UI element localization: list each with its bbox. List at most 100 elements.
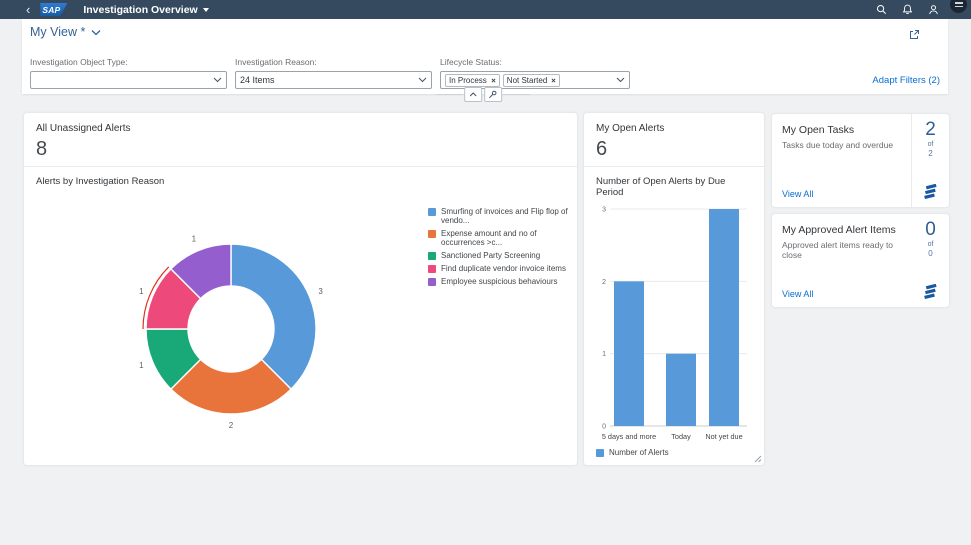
kpi-number: 0: [925, 220, 936, 239]
legend-label: Expense amount and no of occurrences >c.…: [441, 229, 578, 247]
card-title: All Unassigned Alerts: [36, 123, 565, 134]
bar-chart[interactable]: 0 1 2 3 5 days and more Today Not yet due: [596, 201, 752, 451]
kpi-total: 2: [928, 149, 932, 158]
share-icon[interactable]: [909, 27, 920, 45]
donut-slice[interactable]: [231, 244, 316, 389]
donut-data-label: 2: [229, 421, 234, 430]
resize-handle[interactable]: [753, 454, 762, 463]
bar[interactable]: [666, 354, 696, 426]
collapse-header-button[interactable]: [464, 87, 482, 102]
chevron-up-icon: [469, 92, 477, 97]
filter-lifecycle-status: Lifecycle Status: In Process Not Started: [440, 57, 630, 89]
chart-caption: Number of Open Alerts by Due Period: [584, 167, 764, 198]
donut-chart[interactable]: 3 2 1 1 1: [24, 201, 424, 459]
investigation-overview-page: ‹ SAP Investigation Overview My View * I…: [0, 0, 971, 545]
variant-title: My View *: [30, 25, 85, 39]
view-all-link[interactable]: View All: [782, 189, 813, 199]
legend-item[interactable]: Sanctioned Party Screening: [428, 251, 578, 260]
legend-swatch: [428, 230, 436, 238]
legend-swatch: [428, 208, 436, 216]
chevron-down-icon: [91, 29, 101, 36]
filter-panel: My View * Investigation Object Type: Inv…: [22, 19, 948, 94]
sap-logo-text: SAP: [40, 5, 60, 15]
card-header[interactable]: All Unassigned Alerts 8: [24, 113, 577, 166]
view-all-link[interactable]: View All: [782, 289, 813, 299]
back-icon[interactable]: ‹: [26, 3, 30, 16]
token-in-process[interactable]: In Process: [445, 74, 500, 87]
pin-header-button[interactable]: [484, 87, 502, 102]
y-tick-label: 3: [602, 207, 606, 214]
card-count: 8: [36, 138, 565, 160]
y-tick-label: 0: [602, 424, 606, 431]
kpi-main: My Open Tasks Tasks due today and overdu…: [772, 114, 911, 207]
user-icon[interactable]: [928, 4, 939, 15]
bar[interactable]: [709, 209, 739, 426]
legend-item[interactable]: Expense amount and no of occurrences >c.…: [428, 229, 578, 247]
legend-swatch: [428, 265, 436, 273]
y-tick-label: 2: [602, 279, 606, 286]
donut-legend: Smurfing of invoices and Flip flop of ve…: [428, 207, 578, 290]
bar[interactable]: [614, 281, 644, 426]
divider: [503, 94, 530, 95]
donut-data-label: 3: [318, 287, 323, 296]
chevron-down-icon: [418, 77, 427, 83]
card-open-tasks[interactable]: My Open Tasks Tasks due today and overdu…: [771, 113, 950, 208]
legend-swatch: [428, 252, 436, 260]
divider: [436, 94, 463, 95]
chevron-down-icon: [203, 8, 209, 12]
x-category-label: Today: [671, 432, 691, 441]
stacked-tasks-icon: [922, 184, 939, 199]
token-label: Not Started: [507, 76, 547, 85]
variant-selector[interactable]: My View *: [30, 25, 101, 39]
search-icon[interactable]: [876, 4, 887, 15]
kpi-of-label: of: [928, 141, 934, 148]
bar-legend[interactable]: Number of Alerts: [596, 448, 669, 457]
legend-item[interactable]: Find duplicate vendor invoice items: [428, 264, 578, 273]
pin-icon: [488, 90, 497, 99]
token-label: In Process: [449, 76, 487, 85]
card-open-alerts: My Open Alerts 6 Number of Open Alerts b…: [583, 112, 765, 466]
app-title-menu[interactable]: Investigation Overview: [83, 4, 208, 16]
kpi-of-label: of: [928, 241, 934, 248]
x-category-label: 5 days and more: [602, 432, 656, 441]
donut-data-label: 1: [139, 361, 144, 370]
close-icon[interactable]: [491, 78, 496, 83]
donut-data-label: 1: [139, 287, 144, 296]
stacked-tasks-icon: [922, 284, 939, 299]
legend-item[interactable]: Smurfing of invoices and Flip flop of ve…: [428, 207, 578, 225]
kpi-number: 2: [925, 120, 936, 139]
card-count: 6: [596, 138, 752, 160]
kpi-side: 0 of 0: [912, 214, 949, 307]
card-title: My Open Alerts: [596, 123, 752, 134]
filter-object-type: Investigation Object Type:: [30, 57, 227, 89]
card-approved-items[interactable]: My Approved Alert Items Approved alert i…: [771, 213, 950, 308]
chevron-down-icon: [213, 77, 222, 83]
x-category-label: Not yet due: [705, 432, 742, 441]
shell-header: ‹ SAP Investigation Overview: [0, 0, 971, 19]
token-not-started[interactable]: Not Started: [503, 74, 560, 87]
chart-caption: Alerts by Investigation Reason: [24, 167, 577, 187]
header-toggle-row: [436, 87, 530, 102]
reason-combobox[interactable]: 24 Items: [235, 71, 432, 89]
legend-label: Find duplicate vendor invoice items: [441, 264, 566, 273]
filter-label: Investigation Reason:: [235, 57, 432, 67]
close-icon[interactable]: [551, 78, 556, 83]
kpi-subtitle: Tasks due today and overdue: [782, 140, 901, 150]
filter-label: Lifecycle Status:: [440, 57, 630, 67]
kpi-title: My Open Tasks: [782, 124, 901, 136]
legend-label: Smurfing of invoices and Flip flop of ve…: [441, 207, 578, 225]
y-tick-label: 1: [602, 351, 606, 358]
kpi-subtitle: Approved alert items ready to close: [782, 240, 902, 260]
filter-reason: Investigation Reason: 24 Items: [235, 57, 432, 89]
donut-data-label: 1: [192, 234, 197, 243]
legend-item[interactable]: Employee suspicious behaviours: [428, 277, 578, 286]
card-header[interactable]: My Open Alerts 6: [584, 113, 764, 166]
kpi-total: 0: [928, 249, 932, 258]
card-unassigned-alerts: All Unassigned Alerts 8 Alerts by Invest…: [23, 112, 578, 466]
chevron-down-icon: [616, 77, 625, 83]
object-type-combobox[interactable]: [30, 71, 227, 89]
shell-left: ‹ SAP Investigation Overview: [0, 3, 209, 16]
adapt-filters-link[interactable]: Adapt Filters (2): [872, 75, 940, 86]
notifications-icon[interactable]: [902, 4, 913, 15]
legend-swatch: [428, 278, 436, 286]
